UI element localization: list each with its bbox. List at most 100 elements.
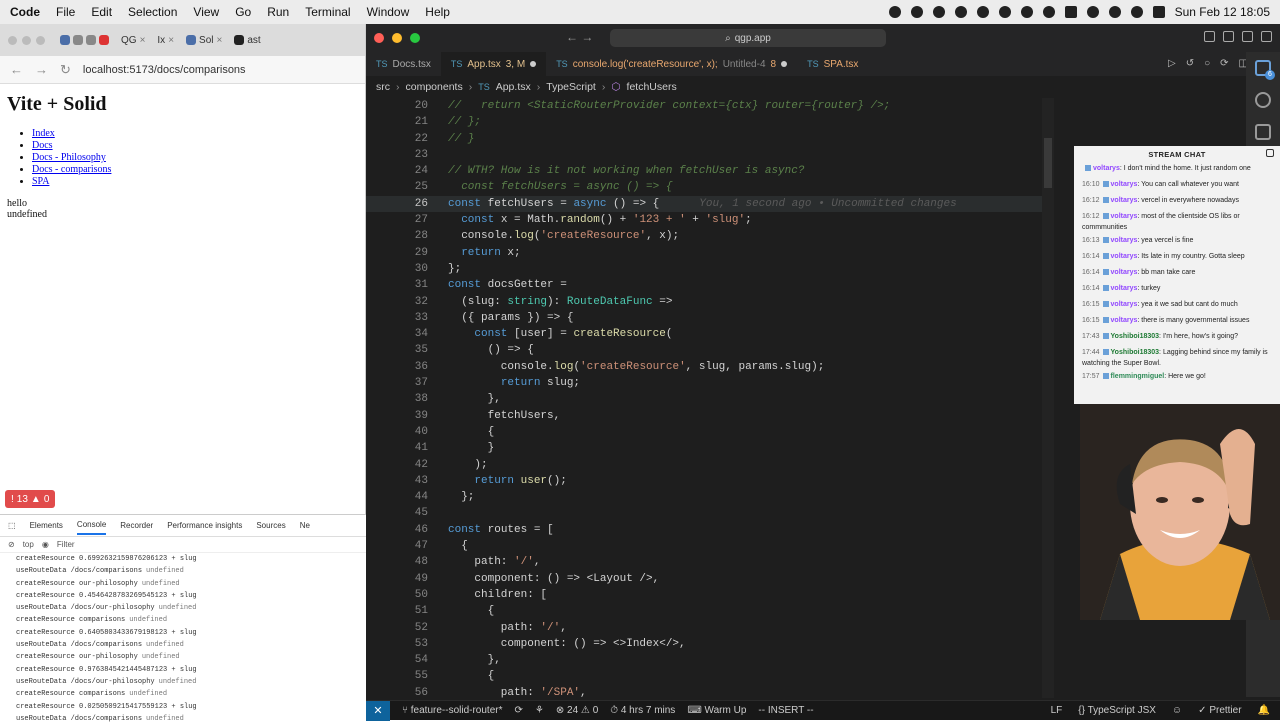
customize-layout-icon[interactable]: [1261, 31, 1272, 42]
code-line[interactable]: 34 const [user] = createResource(: [366, 326, 1046, 342]
battery-icon[interactable]: [1086, 6, 1099, 18]
toggle-panel-icon[interactable]: [1223, 31, 1234, 42]
breadcrumb-item[interactable]: App.tsx: [496, 81, 531, 93]
chat-username[interactable]: Yoshiboi18303: [1111, 349, 1160, 356]
code-line[interactable]: 46 const routes = [: [366, 522, 1046, 538]
location-icon[interactable]: [1042, 6, 1055, 18]
notifications-icon[interactable]: 🔔: [1258, 705, 1270, 716]
command-center-search[interactable]: ⌕ qgp.app: [610, 29, 886, 47]
tab-spa-tsx[interactable]: TS SPA.tsx: [797, 52, 868, 76]
prettier-status[interactable]: ✓ Prettier: [1198, 705, 1241, 716]
remote-indicator-icon[interactable]: ✕: [366, 700, 390, 721]
chat-username[interactable]: voltarys: [1111, 317, 1138, 324]
code-line[interactable]: 48 path: '/',: [366, 554, 1046, 570]
code-line[interactable]: 37 return slug;: [366, 375, 1046, 391]
zoom-window-button[interactable]: [36, 35, 45, 45]
warm-up-button[interactable]: ⌨ Warm Up: [687, 705, 746, 716]
console-filter-input[interactable]: Filter: [57, 540, 75, 549]
reload-icon[interactable]: ↻: [60, 62, 71, 78]
run-icon[interactable]: ▷: [1168, 58, 1176, 69]
close-window-button[interactable]: [374, 33, 384, 43]
code-line[interactable]: 54 },: [366, 652, 1046, 668]
code-line[interactable]: 33 ({ params }) => {: [366, 310, 1046, 326]
clear-console-icon[interactable]: ⊘: [8, 540, 15, 549]
back-icon[interactable]: ←: [10, 62, 23, 77]
eol-selector[interactable]: LF: [1051, 705, 1063, 716]
play-icon[interactable]: [888, 6, 901, 18]
tab-recorder[interactable]: Recorder: [120, 521, 153, 530]
code-line[interactable]: 52 path: '/',: [366, 620, 1046, 636]
code-line[interactable]: 32 (slug: string): RouteDataFunc =>: [366, 294, 1046, 310]
browser-tab-icons[interactable]: [55, 28, 114, 52]
sync-icon[interactable]: ⟳: [1220, 58, 1228, 69]
chat-username[interactable]: voltarys: [1111, 213, 1138, 220]
menu-selection[interactable]: Selection: [128, 5, 177, 19]
git-graph-icon[interactable]: ⚘: [535, 705, 544, 716]
code-line[interactable]: 49 component: () => <Layout />,: [366, 571, 1046, 587]
code-line[interactable]: 22 // }: [366, 131, 1046, 147]
close-icon[interactable]: ×: [168, 35, 174, 46]
code-line[interactable]: 55 {: [366, 668, 1046, 684]
input-source-icon[interactable]: [1064, 6, 1077, 18]
close-icon[interactable]: ×: [216, 35, 222, 46]
code-line[interactable]: 31 const docsGetter =: [366, 277, 1046, 293]
zoom-window-button[interactable]: [410, 33, 420, 43]
error-count-badge[interactable]: ! 13 ▲ 0: [5, 490, 56, 508]
tab-console[interactable]: Console: [76, 516, 107, 535]
copilot-icon[interactable]: ☺: [1172, 705, 1182, 716]
browser-tab[interactable]: QG ×: [116, 28, 150, 52]
code-line[interactable]: 29 return x;: [366, 245, 1046, 261]
minimize-window-button[interactable]: [392, 33, 402, 43]
chat-username[interactable]: voltarys: [1111, 269, 1138, 276]
code-line[interactable]: 44 };: [366, 489, 1046, 505]
link-docs-comparisons[interactable]: Docs - comparisons: [32, 164, 111, 175]
code-line[interactable]: 25 const fetchUsers = async () => {: [366, 179, 1046, 195]
minimap-slider[interactable]: [1044, 138, 1052, 188]
language-mode[interactable]: {} TypeScript JSX: [1078, 705, 1156, 716]
chat-username[interactable]: voltarys: [1111, 301, 1138, 308]
url-field[interactable]: localhost:5173/docs/comparisons: [83, 64, 246, 76]
clock-icon[interactable]: [998, 6, 1011, 18]
code-line[interactable]: 53 component: () => <>Index</>,: [366, 636, 1046, 652]
game-icon[interactable]: [976, 6, 989, 18]
tab-app-tsx[interactable]: TS App.tsx 3, M: [440, 52, 547, 76]
circle-icon[interactable]: ○: [1204, 58, 1210, 69]
code-line[interactable]: 42 );: [366, 457, 1046, 473]
code-line[interactable]: 27 const x = Math.random() + '123 + ' + …: [366, 212, 1046, 228]
chat-username[interactable]: voltarys: [1111, 197, 1138, 204]
code-line[interactable]: 36 console.log('createResource', slug, p…: [366, 359, 1046, 375]
code-editor[interactable]: 20 // return <StaticRouterProvider contex…: [366, 98, 1046, 698]
spotlight-icon[interactable]: [1130, 6, 1143, 18]
context-select[interactable]: top: [23, 540, 34, 549]
browser-tab[interactable]: Sol ×: [181, 28, 227, 52]
code-line[interactable]: 28 console.log('createResource', x);: [366, 228, 1046, 244]
menubar-clock[interactable]: Sun Feb 12 18:05: [1175, 5, 1270, 19]
code-line[interactable]: 26 const fetchUsers = async () => {You, 1…: [366, 195, 1046, 213]
toggle-sidebar-icon[interactable]: [1204, 31, 1215, 42]
gear-icon[interactable]: [932, 6, 945, 18]
breadcrumb-item[interactable]: src: [376, 81, 390, 93]
breadcrumb-item[interactable]: TypeScript: [546, 81, 596, 93]
sync-icon[interactable]: [910, 6, 923, 18]
link-docs-philosophy[interactable]: Docs - Philosophy: [32, 152, 106, 163]
tab-performance-insights[interactable]: Performance insights: [167, 521, 242, 530]
chat-users-icon[interactable]: [1266, 149, 1274, 157]
chat-username[interactable]: flemmingmiguel: [1111, 373, 1165, 380]
explorer-icon[interactable]: [1255, 60, 1275, 80]
code-line[interactable]: 40 {: [366, 424, 1046, 440]
sync-icon[interactable]: ⟳: [515, 705, 523, 716]
code-line[interactable]: 56 path: '/SPA',: [366, 685, 1046, 698]
browser-tab[interactable]: Ix ×: [152, 28, 179, 52]
minimize-window-button[interactable]: [22, 35, 31, 45]
chat-username[interactable]: Yoshiboi18303: [1111, 333, 1160, 340]
tab-untitled[interactable]: TS console.log('createResource', x); Untit…: [546, 52, 797, 76]
chat-username[interactable]: voltarys: [1111, 181, 1138, 188]
menu-window[interactable]: Window: [367, 5, 410, 19]
code-line[interactable]: 50 children: [: [366, 587, 1046, 603]
code-line[interactable]: 20 // return <StaticRouterProvider contex…: [366, 98, 1046, 114]
record-icon[interactable]: [954, 6, 967, 18]
code-line[interactable]: 38 },: [366, 391, 1046, 407]
link-index[interactable]: Index: [32, 128, 55, 139]
chat-username[interactable]: voltarys: [1111, 237, 1138, 244]
code-line[interactable]: 51 {: [366, 603, 1046, 619]
